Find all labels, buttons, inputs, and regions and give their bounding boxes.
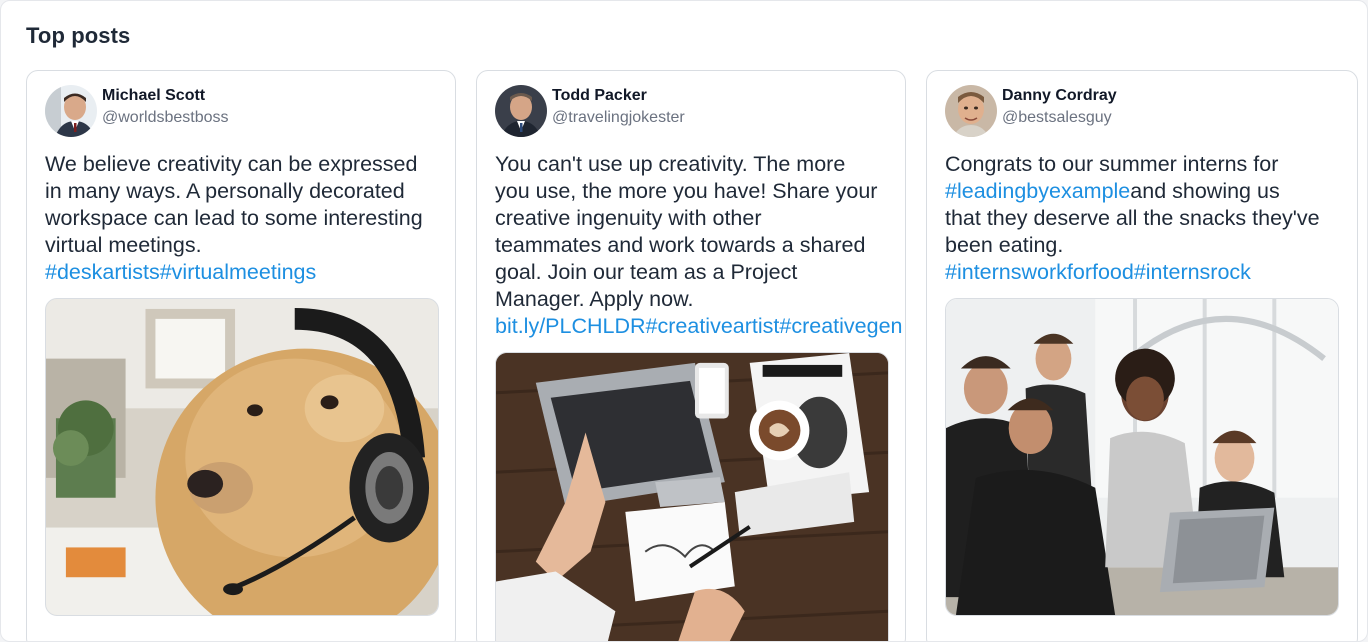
post-text: We believe creativity can be expressed i… bbox=[45, 151, 455, 286]
author-handle[interactable]: @travelingjokester bbox=[552, 109, 685, 127]
author-name[interactable]: Todd Packer bbox=[552, 87, 647, 105]
post-text-segment: and showing us bbox=[1130, 179, 1280, 203]
author-name[interactable]: Michael Scott bbox=[102, 87, 205, 105]
post-text-line: virtual meetings. bbox=[45, 233, 202, 257]
hashtag-link[interactable]: #leadingbyexample bbox=[945, 179, 1130, 203]
post-text-line: you use, the more you have! Share your bbox=[495, 179, 878, 203]
avatar[interactable] bbox=[495, 85, 547, 137]
post-text: Congrats to our summer interns for #lead… bbox=[945, 151, 1357, 286]
post-text-line: that they deserve all the snacks they've bbox=[945, 206, 1320, 230]
post-text-line: been eating. bbox=[945, 233, 1064, 257]
post-image[interactable] bbox=[945, 298, 1339, 616]
post-text-line: workspace can lead to some interesting bbox=[45, 206, 423, 230]
post-card[interactable]: Todd Packer @travelingjokester You can't… bbox=[476, 70, 906, 641]
hashtag-link[interactable]: #deskartists#virtualmeetings bbox=[45, 259, 455, 286]
post-text-line: in many ways. A personally decorated bbox=[45, 179, 405, 203]
post-text-line: #leadingbyexampleand showing us bbox=[945, 178, 1357, 205]
post-text-line: You can't use up creativity. The more bbox=[495, 152, 846, 176]
hashtag-link[interactable]: bit.ly/PLCHLDR#creativeartist#creativege… bbox=[495, 313, 905, 340]
author-name[interactable]: Danny Cordray bbox=[1002, 87, 1117, 105]
hashtag-link[interactable]: #internsworkforfood#internsrock bbox=[945, 259, 1357, 286]
post-card[interactable]: Michael Scott @worldsbestboss We believe… bbox=[26, 70, 456, 641]
post-image[interactable] bbox=[495, 352, 889, 641]
post-image[interactable] bbox=[45, 298, 439, 616]
avatar[interactable] bbox=[45, 85, 97, 137]
author-handle[interactable]: @bestsalesguy bbox=[1002, 109, 1112, 127]
post-text-line: teammates and work towards a shared bbox=[495, 233, 866, 257]
avatar[interactable] bbox=[945, 85, 997, 137]
post-text-line: We believe creativity can be expressed bbox=[45, 152, 418, 176]
post-text-line: Manager. Apply now. bbox=[495, 287, 694, 311]
post-text-line: Congrats to our summer interns for bbox=[945, 152, 1279, 176]
panel-title: Top posts bbox=[26, 23, 131, 48]
post-card[interactable]: Danny Cordray @bestsalesguy Congrats to … bbox=[926, 70, 1358, 641]
post-text-line: goal. Join our team as a Project bbox=[495, 260, 798, 284]
post-text: You can't use up creativity. The more yo… bbox=[495, 151, 905, 340]
author-handle[interactable]: @worldsbestboss bbox=[102, 109, 229, 127]
post-text-line: creative ingenuity with other bbox=[495, 206, 762, 230]
top-posts-panel: Top posts Michael Scott @worldsbestboss … bbox=[0, 0, 1368, 642]
